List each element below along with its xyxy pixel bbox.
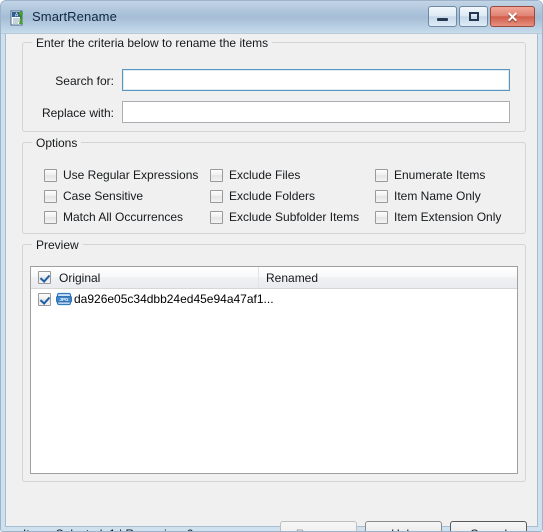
option-label: Exclude Subfolder Items <box>229 210 360 224</box>
checkbox-icon <box>210 189 223 203</box>
replace-input[interactable] <box>122 101 510 123</box>
checkbox-icon <box>375 210 388 224</box>
checkbox-icon <box>210 210 223 224</box>
rename-button[interactable]: Rename <box>280 521 357 531</box>
checkbox-icon <box>375 189 388 203</box>
cancel-button[interactable]: Cancel <box>450 521 527 531</box>
maximize-button[interactable] <box>459 6 488 27</box>
client-area: Enter the criteria below to rename the i… <box>5 34 538 531</box>
option-label: Match All Occurrences <box>63 210 184 224</box>
criteria-group-title: Enter the criteria below to rename the i… <box>32 36 273 50</box>
search-input[interactable] <box>122 69 510 91</box>
app-rename-icon: A <box>10 10 26 26</box>
column-header-original[interactable]: Original <box>31 267 259 288</box>
maximize-icon <box>468 12 479 21</box>
checkbox-icon <box>210 168 223 182</box>
preview-group-title: Preview <box>32 238 83 252</box>
option-label: Enumerate Items <box>394 168 486 182</box>
close-icon: ✕ <box>506 8 519 25</box>
option-exclude-folders[interactable]: Exclude Folders <box>210 188 315 204</box>
checkbox-icon <box>44 210 57 224</box>
help-button[interactable]: Help <box>365 521 442 531</box>
row-original-name: da926e05c34dbb24ed45e94a47af1... <box>74 292 274 306</box>
checkbox-icon <box>44 168 57 182</box>
options-group-title: Options <box>32 136 82 150</box>
preview-listview[interactable]: Original Renamed JPG da926e05c34dbb24ed4… <box>30 266 518 474</box>
checkbox-icon <box>44 189 57 203</box>
option-case-sensitive[interactable]: Case Sensitive <box>44 188 143 204</box>
option-exclude-files[interactable]: Exclude Files <box>210 167 300 183</box>
option-label: Item Name Only <box>394 189 481 203</box>
smartrename-window: A SmartRename ✕ Enter the criteria below… <box>0 0 543 532</box>
option-item-extension-only[interactable]: Item Extension Only <box>375 209 501 225</box>
option-label: Item Extension Only <box>394 210 502 224</box>
status-bar-text: Items Selected: 1 | Renaming: 0 <box>23 527 194 531</box>
option-label: Exclude Folders <box>229 189 316 203</box>
window-inner-frame: A SmartRename ✕ Enter the criteria below… <box>1 1 542 531</box>
option-exclude-subfolder-items[interactable]: Exclude Subfolder Items <box>210 209 359 225</box>
jpg-file-icon: JPG <box>56 291 72 307</box>
close-button[interactable]: ✕ <box>490 6 535 27</box>
search-for-label: Search for: <box>55 74 114 88</box>
option-item-name-only[interactable]: Item Name Only <box>375 188 481 204</box>
row-checkbox-icon[interactable] <box>38 292 51 306</box>
listview-header: Original Renamed <box>31 267 517 289</box>
column-header-label: Original <box>59 270 101 285</box>
option-label: Use Regular Expressions <box>63 168 199 182</box>
option-enumerate-items[interactable]: Enumerate Items <box>375 167 485 183</box>
replace-with-label: Replace with: <box>41 106 114 120</box>
option-match-all-occurrences[interactable]: Match All Occurrences <box>44 209 183 225</box>
minimize-icon <box>437 18 448 21</box>
option-label: Case Sensitive <box>63 189 144 203</box>
option-use-regular-expressions[interactable]: Use Regular Expressions <box>44 167 198 183</box>
table-row[interactable]: JPG da926e05c34dbb24ed45e94a47af1... <box>31 289 517 309</box>
window-controls: ✕ <box>428 6 535 27</box>
select-all-checkbox-icon[interactable] <box>38 271 51 284</box>
minimize-button[interactable] <box>428 6 457 27</box>
window-title: SmartRename <box>32 9 117 24</box>
title-bar[interactable]: A SmartRename ✕ <box>1 1 542 34</box>
checkbox-icon <box>375 168 388 182</box>
column-header-renamed[interactable]: Renamed <box>259 267 517 288</box>
column-header-label: Renamed <box>266 270 319 285</box>
option-label: Exclude Files <box>229 168 301 182</box>
svg-text:JPG: JPG <box>59 297 69 302</box>
